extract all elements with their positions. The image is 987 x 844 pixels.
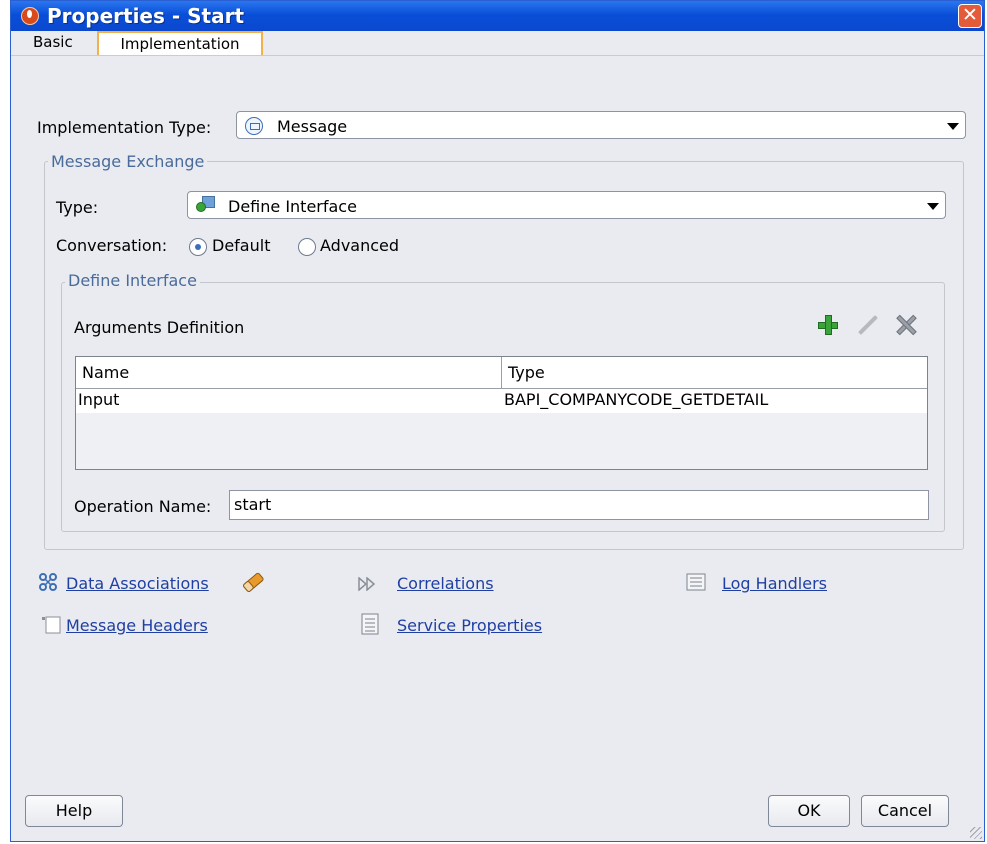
arguments-table: Name Type Input BAPI_COMPANYCODE_GETDETA…: [75, 356, 928, 470]
service-properties-link[interactable]: Service Properties: [397, 616, 542, 635]
properties-dialog: Properties - Start ✕ Basic Implementatio…: [10, 0, 985, 842]
exchange-type-select[interactable]: Define Interface: [187, 191, 946, 219]
close-icon: ✕: [962, 4, 978, 26]
cancel-button[interactable]: Cancel: [861, 795, 949, 827]
data-associations-link[interactable]: Data Associations: [66, 574, 209, 593]
tab-implementation[interactable]: Implementation: [97, 31, 263, 55]
log-handlers-icon: [686, 573, 706, 591]
radio-default-label: Default: [212, 236, 271, 255]
x-icon[interactable]: [894, 313, 918, 337]
close-button[interactable]: ✕: [958, 4, 982, 28]
implementation-type-select[interactable]: Message: [236, 111, 966, 139]
title-bar[interactable]: Properties - Start ✕: [11, 1, 984, 31]
operation-name-label: Operation Name:: [74, 497, 212, 516]
column-header-type[interactable]: Type: [502, 357, 927, 389]
exchange-type-value: Define Interface: [228, 197, 357, 216]
message-exchange-title: Message Exchange: [48, 152, 208, 171]
table-cell-type[interactable]: BAPI_COMPANYCODE_GETDETAIL: [502, 389, 927, 413]
radio-default[interactable]: [189, 238, 207, 256]
define-interface-title: Define Interface: [65, 271, 200, 290]
app-icon: [21, 7, 39, 25]
tab-basic[interactable]: Basic: [25, 31, 81, 55]
resize-grip[interactable]: [970, 827, 982, 839]
type-label: Type:: [56, 198, 99, 217]
arguments-definition-label: Arguments Definition: [74, 318, 245, 337]
service-properties-icon: [361, 613, 379, 635]
ok-button[interactable]: OK: [768, 795, 850, 827]
eraser-icon[interactable]: [240, 570, 266, 594]
pencil-icon[interactable]: [856, 313, 880, 337]
table-cell-name[interactable]: Input: [76, 389, 502, 413]
operation-name-input[interactable]: start: [229, 490, 929, 520]
window-title: Properties - Start: [47, 4, 245, 28]
correlations-link[interactable]: Correlations: [397, 574, 494, 593]
radio-advanced-label: Advanced: [320, 236, 400, 255]
chevron-down-icon: [947, 123, 959, 130]
message-headers-link[interactable]: Message Headers: [66, 616, 208, 635]
radio-advanced[interactable]: [298, 238, 316, 256]
plus-icon[interactable]: [816, 313, 840, 337]
implementation-type-label: Implementation Type:: [37, 118, 212, 137]
chevron-down-icon: [927, 203, 939, 210]
implementation-type-value: Message: [277, 117, 348, 136]
help-button[interactable]: Help: [25, 795, 123, 827]
message-headers-icon: [41, 616, 61, 634]
message-icon: [245, 117, 263, 135]
conversation-label: Conversation:: [56, 236, 168, 255]
define-interface-icon: [196, 196, 216, 214]
column-header-name[interactable]: Name: [76, 357, 502, 389]
tab-bar: Basic Implementation: [11, 31, 984, 56]
data-associations-icon: [39, 573, 57, 591]
log-handlers-link[interactable]: Log Handlers: [722, 574, 827, 593]
correlations-icon: [358, 576, 378, 592]
